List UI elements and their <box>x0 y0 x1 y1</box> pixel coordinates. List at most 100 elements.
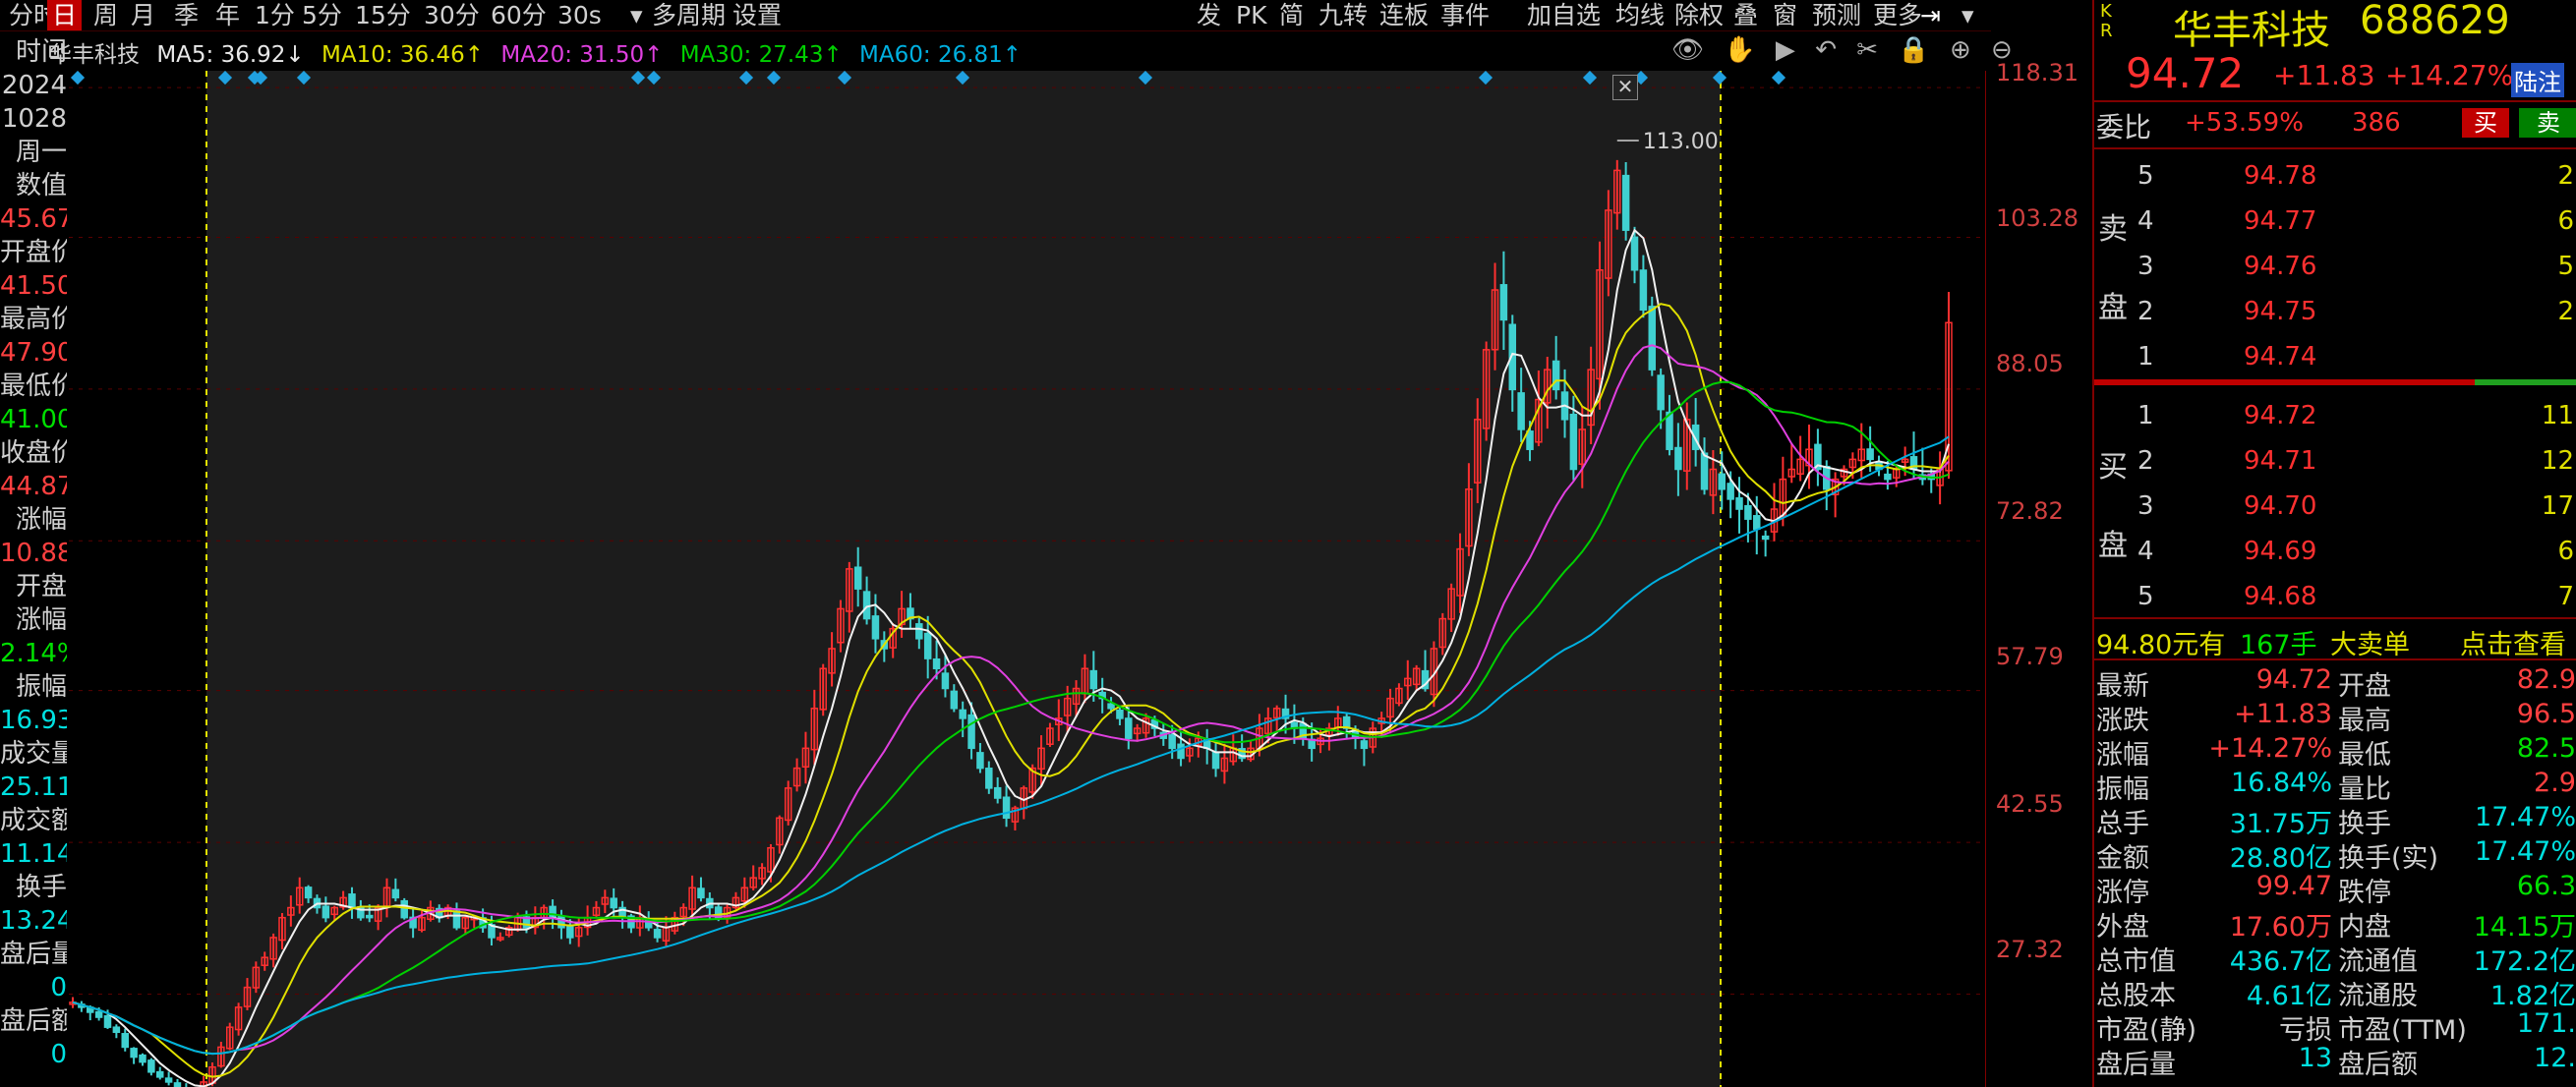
stat-value: 12. <box>2534 1043 2576 1073</box>
candle-body <box>103 1014 112 1028</box>
stat-label: 量比 <box>2338 774 2391 805</box>
ma-indicator-header: 华丰科技 MA5: 36.92↓ MA10: 36.46↑ MA20: 31.5… <box>49 35 1031 68</box>
toolbar-action-2[interactable]: 简 <box>1274 0 1309 30</box>
period-tab-5[interactable]: 年 <box>210 0 245 30</box>
ma20-value[interactable]: MA20: 31.50↑ <box>500 42 663 68</box>
sell-order-row[interactable]: 1 94.74 <box>2134 336 2576 381</box>
stat-label: 最新 <box>2096 671 2149 702</box>
candle-body <box>976 752 984 770</box>
quote-panel: K R 华丰科技 688629 94.72 +11.83 +14.27% 陆注 … <box>2092 0 2576 1087</box>
zoom-in-icon[interactable]: ⊕ <box>1950 35 1971 65</box>
divider <box>2094 147 2576 149</box>
stat-label: 最高 <box>2338 706 2391 736</box>
toolbar-action-8[interactable]: 除权 <box>1669 0 1728 30</box>
buy-button[interactable]: 买 <box>2462 108 2509 138</box>
period-tab-3[interactable]: 月 <box>126 0 160 30</box>
hand-icon[interactable]: ✋ <box>1724 35 1755 65</box>
period-tab-7[interactable]: 5分 <box>297 0 347 30</box>
candle-body <box>1735 496 1743 510</box>
sell-order-row[interactable]: 2 94.75 2 <box>2134 291 2576 336</box>
ma30-value[interactable]: MA30: 27.43↑ <box>680 42 843 68</box>
crosshair-info-panel: 时间 2024 1028 周一 数值 45.67 开盘价 41.50 最高价 47.90 最低价 41… <box>0 37 67 1087</box>
stat-row: 外盘 17.60万 内盘 14.15万 <box>2094 905 2576 943</box>
candle-body <box>1718 473 1727 490</box>
buy-order-row[interactable]: 4 94.69 6 <box>2134 531 2576 576</box>
price-tick: 103.28 <box>1996 204 2078 232</box>
stat-label: 涨跌 <box>2096 706 2149 736</box>
period-tab-13[interactable]: 设置 <box>728 0 787 30</box>
chevron-down-icon[interactable]: ▾ <box>1957 0 1979 30</box>
stat-row: 最新 94.72 开盘 82.9 <box>2094 664 2576 702</box>
toolbar-action-5[interactable]: 事件 <box>1435 0 1494 30</box>
period-tab-9[interactable]: 30分 <box>419 0 485 30</box>
kline-chart[interactable]: 113.0017.40 <box>69 71 1986 1087</box>
stat-value: 17.47% <box>2475 802 2576 832</box>
buy-order-row[interactable]: 3 94.70 17 <box>2134 486 2576 531</box>
ma60-value[interactable]: MA60: 26.81↑ <box>859 42 1022 68</box>
order-price: 94.75 <box>2244 297 2317 326</box>
stat-value: 94.72 <box>2255 664 2332 695</box>
info-row: 16.93% <box>0 706 67 735</box>
scissors-icon[interactable]: ✂ <box>1856 35 1878 65</box>
sell-order-row[interactable]: 5 94.78 2 <box>2134 155 2576 200</box>
stat-label: 盘后量 <box>2096 1050 2176 1080</box>
eye-icon[interactable]: 👁 <box>1671 35 1704 65</box>
candle-body <box>1168 734 1176 750</box>
toolbar-action-11[interactable]: 预测 <box>1807 0 1866 30</box>
buy-order-row[interactable]: 1 94.72 11 <box>2134 395 2576 440</box>
bigorder-view-link[interactable]: 点击查看 <box>2460 623 2566 661</box>
sell-order-row[interactable]: 4 94.77 6 <box>2134 200 2576 246</box>
event-marker-icon[interactable] <box>1771 71 1786 86</box>
toolbar-action-4[interactable]: 连板 <box>1375 0 1434 30</box>
period-toolbar: 分时日周月季年 1分 5分 15分 30分 60分 30s 多周期 设置 ▾ 发 PK 简九转 连板事… <box>0 0 1991 31</box>
toolbar-action-7[interactable]: 均线 <box>1610 0 1669 30</box>
bigorder-price: 94.80元有 <box>2096 630 2226 660</box>
info-row: 成交量 <box>0 739 67 769</box>
hk-connect-badge[interactable]: 陆注 <box>2511 63 2564 97</box>
period-tab-4[interactable]: 季 <box>169 0 204 30</box>
info-row: 开盘 <box>15 572 67 601</box>
close-icon[interactable]: ✕ <box>1612 75 1638 100</box>
candle-body <box>871 615 880 640</box>
stock-label: 华丰科技 <box>49 42 140 68</box>
event-marker-icon[interactable] <box>70 71 86 86</box>
candle-body <box>1569 413 1578 471</box>
ma10-value[interactable]: MA10: 36.46↑ <box>322 42 484 68</box>
toolbar-action-6[interactable]: 加自选 <box>1522 0 1606 30</box>
chevron-down-icon[interactable]: ▾ <box>625 0 648 30</box>
play-icon[interactable]: ▶ <box>1776 35 1795 65</box>
candle-body <box>1002 796 1011 820</box>
order-volume: 11 <box>2541 401 2574 430</box>
stat-value: 99.47 <box>2255 871 2332 901</box>
period-tab-10[interactable]: 60分 <box>486 0 552 30</box>
toolbar-action-1[interactable]: PK <box>1231 0 1271 30</box>
undo-icon[interactable]: ↶ <box>1815 35 1837 65</box>
toolbar-action-0[interactable]: 发 <box>1192 0 1226 30</box>
exit-icon[interactable]: ⇥ <box>1915 0 1946 30</box>
order-level: 1 <box>2137 342 2154 372</box>
period-tab-11[interactable]: 30s <box>553 0 607 30</box>
period-tab-12[interactable]: 多周期 <box>647 0 731 30</box>
stat-value: 96.5 <box>2516 699 2576 729</box>
period-tab-2[interactable]: 周 <box>88 0 123 30</box>
candle-body <box>967 714 975 750</box>
candle-body <box>322 905 330 919</box>
selection-range[interactable] <box>206 71 1721 1087</box>
order-price: 94.72 <box>2244 401 2317 430</box>
info-row: 涨幅 <box>15 505 67 535</box>
sell-order-row[interactable]: 3 94.76 5 <box>2134 246 2576 291</box>
toolbar-action-3[interactable]: 九转 <box>1314 0 1373 30</box>
sell-button[interactable]: 卖 <box>2519 108 2576 138</box>
ma5-value[interactable]: MA5: 36.92↓ <box>156 42 304 68</box>
order-volume: 12 <box>2541 446 2574 476</box>
buy-order-row[interactable]: 5 94.68 7 <box>2134 576 2576 621</box>
candle-body <box>1360 740 1369 750</box>
toolbar-action-10[interactable]: 窗 <box>1768 0 1802 30</box>
period-tab-6[interactable]: 1分 <box>250 0 300 30</box>
lock-icon[interactable]: 🔒 <box>1898 35 1929 65</box>
period-tab-8[interactable]: 15分 <box>350 0 416 30</box>
toolbar-action-9[interactable]: 叠 <box>1728 0 1763 30</box>
price-tick: 57.79 <box>1996 643 2064 670</box>
buy-order-row[interactable]: 2 94.71 12 <box>2134 440 2576 486</box>
period-tab-1[interactable]: 日 <box>47 0 83 30</box>
